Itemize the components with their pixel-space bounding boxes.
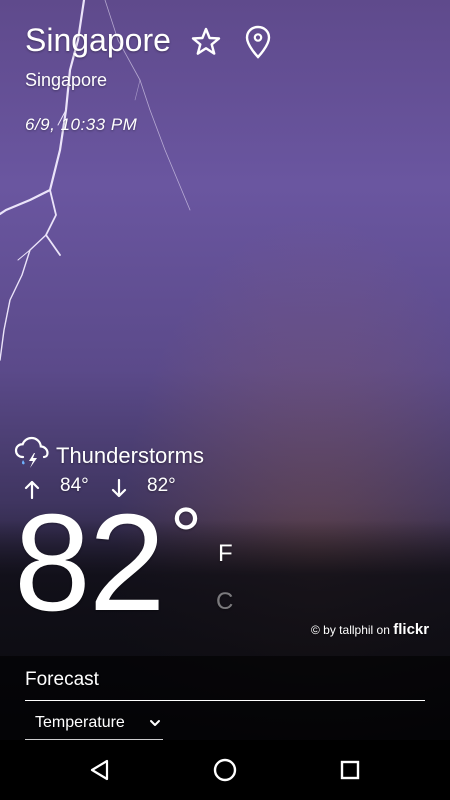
degree-symbol: ° (170, 491, 202, 580)
city-name: Singapore (25, 22, 171, 58)
condition-text: Thunderstorms (56, 443, 204, 468)
updated-datetime: 6/9, 10:33 PM (25, 115, 138, 134)
photo-credit[interactable]: © by tallphil on flickr (311, 621, 429, 638)
home-circle-icon[interactable] (211, 756, 239, 784)
current-temperature: 82 (14, 486, 165, 640)
back-triangle-icon[interactable] (86, 756, 114, 784)
map-pin-icon[interactable] (240, 24, 276, 60)
weather-app: Singapore Singapore 6/9, 10:33 PM Thunde… (0, 0, 450, 800)
system-nav-bar (0, 740, 450, 800)
forecast-metric-label: Temperature (35, 713, 125, 731)
thunderstorm-icon (14, 436, 50, 470)
photo-credit-text: © by tallphil on (311, 623, 390, 637)
star-outline-icon[interactable] (188, 24, 224, 60)
forecast-metric-dropdown[interactable]: Temperature (25, 706, 163, 740)
unit-fahrenheit-toggle[interactable]: F (218, 540, 233, 568)
recents-square-icon[interactable] (336, 756, 364, 784)
flickr-logo: flickr (393, 621, 430, 638)
region-name: Singapore (25, 70, 108, 90)
forecast-divider (25, 700, 425, 701)
unit-celsius-toggle[interactable]: C (216, 588, 233, 616)
forecast-title: Forecast (25, 669, 99, 690)
chevron-down-icon (150, 720, 160, 726)
